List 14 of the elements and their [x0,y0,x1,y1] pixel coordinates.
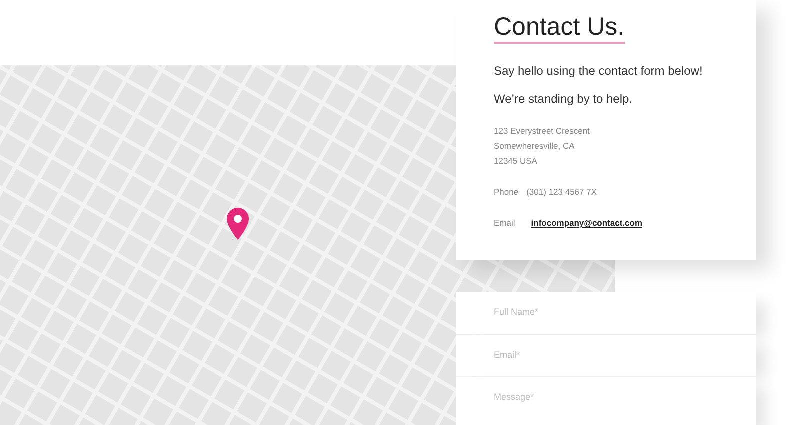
email-link[interactable]: infocompany@contact.com [531,217,643,230]
phone-number: (301) 123 4567 7X [526,186,598,199]
address-line: 12345 USA [494,155,538,168]
intro-text: Say hello using the contact form below! [494,63,704,80]
input-field[interactable]: Email* [456,334,756,377]
address-line: 123 Everystreet Crescent [494,125,591,138]
map-pin-icon[interactable] [227,208,249,240]
input-field[interactable]: Full Name* [456,292,756,334]
intro-text: We’re standing by to help. [494,91,634,108]
email-label: Email [494,217,516,230]
address-line: Somewheresville, CA [494,140,576,153]
phone-label: Phone [494,186,519,199]
message-field[interactable]: Message* [456,377,756,425]
page-title: Contact Us. [494,12,625,44]
